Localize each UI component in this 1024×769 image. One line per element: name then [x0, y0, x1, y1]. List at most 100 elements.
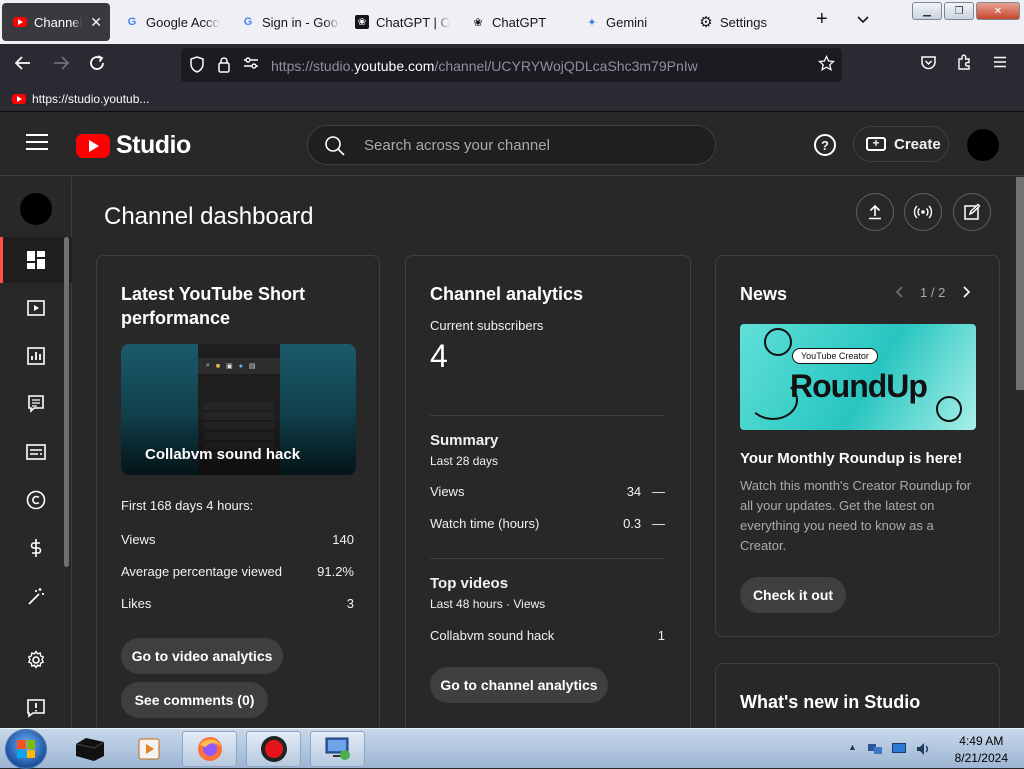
bookmark-label: https://studio.youtub... — [32, 92, 150, 106]
top-video-views: 1 — [657, 628, 665, 643]
summary-period: Last 28 days — [430, 454, 665, 468]
sidebar-item-settings[interactable] — [0, 637, 72, 683]
media-player-icon — [138, 738, 159, 760]
top-videos-title: Top videos — [430, 575, 665, 592]
studio-logo[interactable]: Studio — [76, 131, 191, 160]
main-scrollbar[interactable] — [1016, 177, 1024, 390]
sidebar-item-subtitles[interactable] — [0, 429, 72, 475]
go-to-video-analytics-button[interactable]: Go to video analytics — [121, 638, 283, 674]
search-icon — [324, 135, 346, 162]
summary-title-text: Summary — [430, 432, 499, 449]
close-window-button[interactable]: ✕ — [976, 2, 1020, 20]
tab-chatgpt[interactable]: ❀ ChatGPT — [460, 3, 572, 41]
sidebar-item-earn[interactable] — [0, 525, 72, 571]
taskbar-app-box[interactable] — [62, 731, 117, 767]
address-bar[interactable]: https://studio.youtube.com/channel/UCYRY… — [181, 48, 842, 82]
sidebar-item-feedback[interactable] — [0, 685, 72, 728]
url-prefix: https://studio. — [271, 58, 355, 74]
close-tab-icon[interactable]: ✕ — [90, 14, 102, 31]
network-tray-icon[interactable] — [867, 741, 883, 757]
upload-button[interactable] — [856, 193, 894, 231]
tab-google-account[interactable]: G Google Acco — [114, 3, 226, 41]
new-tab-plus-icon[interactable]: + — [816, 8, 828, 31]
sidebar-item-copyright[interactable] — [0, 477, 72, 523]
bookmark-star-icon[interactable] — [817, 54, 836, 76]
channel-avatar[interactable] — [20, 193, 52, 225]
youtube-favicon-icon — [13, 15, 27, 29]
short-thumbnail[interactable]: ⌕ ■ ▣ ● ▤ Collabvm sound hack — [121, 344, 356, 475]
go-to-channel-analytics-button[interactable]: Go to channel analytics — [430, 667, 608, 703]
news-body: Watch this month's Creator Roundup for a… — [740, 478, 972, 553]
hamburger-menu-icon[interactable] — [26, 134, 48, 152]
lock-icon[interactable] — [217, 56, 231, 77]
account-avatar[interactable] — [967, 129, 999, 161]
help-icon[interactable]: ? — [814, 134, 836, 156]
clock-date: 8/21/2024 — [954, 751, 1008, 765]
top-video-row[interactable]: Collabvm sound hack 1 — [430, 628, 665, 643]
stat-row: Views 140 — [121, 532, 354, 547]
period-label: First 168 days 4 hours: — [121, 498, 354, 513]
create-video-icon: + — [866, 137, 886, 151]
start-button[interactable] — [6, 730, 46, 768]
taskbar-clock[interactable]: 4:49 AM 8/21/2024 — [955, 733, 1008, 767]
bookmark-item[interactable]: https://studio.youtub... — [12, 92, 149, 106]
news-image[interactable]: YouTube Creator RoundUp — [740, 324, 976, 430]
tab-gemini[interactable]: ✦ Gemini — [574, 3, 686, 41]
top-videos-period-text: Last 48 hours · Views — [430, 597, 546, 611]
app-menu-icon[interactable] — [992, 54, 1008, 75]
studio-logo-text: Studio — [116, 131, 191, 159]
forward-arrow-icon[interactable] — [52, 54, 70, 77]
system-tray: ▲ 4:49 AM 8/21/2024 — [842, 729, 1024, 769]
sidebar-item-analytics[interactable] — [0, 333, 72, 379]
sidebar-item-comments[interactable] — [0, 381, 72, 427]
news-next-chevron-icon[interactable] — [960, 285, 972, 304]
restore-button[interactable]: ❐ — [944, 2, 974, 20]
taskbar-recorder[interactable] — [246, 731, 301, 767]
google-favicon-icon: G — [127, 16, 137, 28]
sidebar-item-customization[interactable] — [0, 573, 72, 619]
url-text: https://studio.youtube.com/channel/UCYRY… — [271, 58, 698, 74]
news-prev-chevron-icon[interactable] — [894, 285, 906, 304]
tracking-protection-shield-icon[interactable] — [189, 56, 205, 77]
sidebar-item-dashboard[interactable] — [0, 237, 72, 283]
stat-label: Views — [121, 532, 156, 547]
card-title: News — [740, 284, 788, 304]
reload-icon[interactable] — [88, 54, 106, 77]
minimize-button[interactable]: ▁ — [912, 2, 942, 20]
monitor-tray-icon[interactable] — [891, 741, 907, 757]
check-it-out-button[interactable]: Check it out — [740, 577, 846, 613]
pocket-icon[interactable] — [920, 54, 937, 76]
taskbar-remote-desktop[interactable] — [310, 731, 365, 767]
list-all-tabs-chevron-icon[interactable] — [856, 10, 870, 31]
sidebar-item-content[interactable] — [0, 285, 72, 331]
extensions-puzzle-icon[interactable] — [956, 54, 973, 76]
page-title: Channel dashboard — [104, 203, 314, 230]
news-image-badge: YouTube Creator — [792, 348, 878, 364]
see-comments-button[interactable]: See comments (0) — [121, 682, 268, 718]
record-icon — [260, 736, 287, 762]
speaker-tray-icon[interactable] — [915, 741, 931, 757]
tab-chatgpt-openai[interactable]: ❀ ChatGPT | Op — [344, 3, 456, 41]
go-live-button[interactable] — [904, 193, 942, 231]
youtube-studio-app: Studio Search across your channel ? + Cr… — [0, 112, 1024, 728]
content-icon — [27, 300, 45, 316]
gemini-favicon-icon: ✦ — [587, 16, 597, 29]
sidebar-scrollbar[interactable] — [64, 237, 69, 567]
create-button[interactable]: + Create — [853, 126, 949, 162]
stat-value: 91.2% — [317, 564, 354, 579]
top-video-title: Collabvm sound hack — [430, 628, 555, 643]
tab-google-sign-in[interactable]: G Sign in - Goo — [230, 3, 342, 41]
channel-search-input[interactable]: Search across your channel — [307, 125, 716, 165]
summary-value: 0.3 — [623, 516, 642, 531]
create-post-button[interactable] — [953, 193, 991, 231]
tab-channel-dashboard[interactable]: Channel d ✕ — [2, 3, 110, 41]
taskbar-firefox[interactable] — [182, 731, 237, 767]
taskbar-media-player[interactable] — [122, 731, 177, 767]
tab-settings[interactable]: ⚙ Settings — [688, 3, 800, 41]
show-hidden-icons-icon[interactable]: ▲ — [848, 742, 857, 752]
back-arrow-icon[interactable] — [14, 54, 32, 77]
site-permissions-icon[interactable] — [243, 56, 259, 74]
stat-row: Likes 3 — [121, 596, 354, 611]
whats-new-card: What's new in Studio — [715, 663, 1000, 728]
studio-sidebar — [0, 177, 72, 728]
